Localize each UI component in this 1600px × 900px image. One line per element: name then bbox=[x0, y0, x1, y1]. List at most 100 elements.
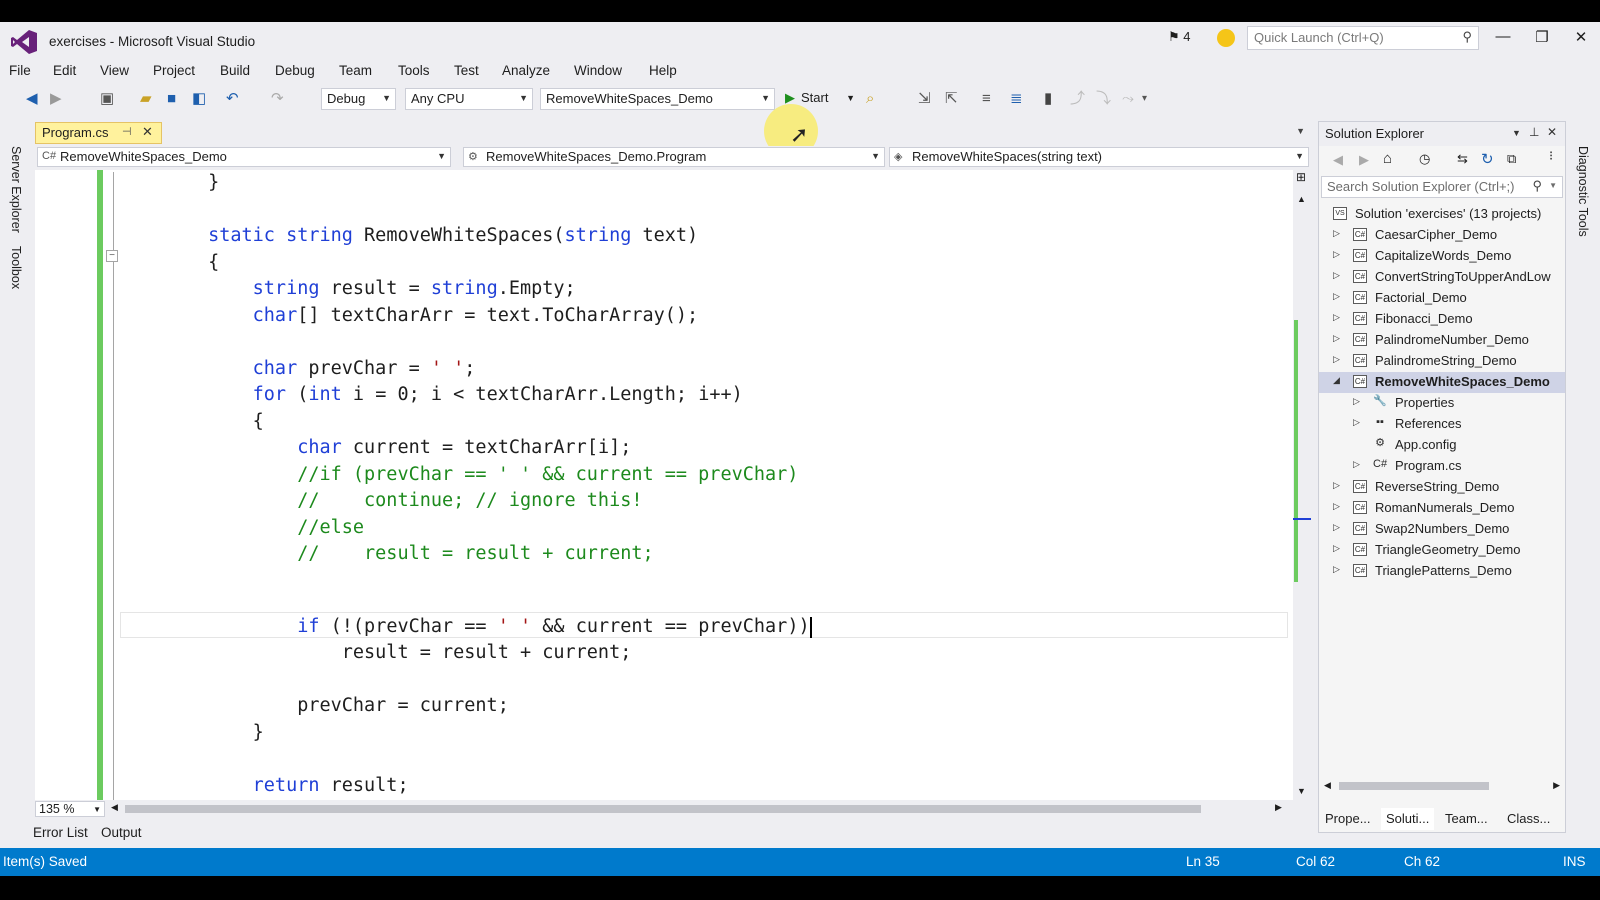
solution-node[interactable]: VS Solution 'exercises' (13 projects) bbox=[1319, 204, 1565, 225]
outdent-icon[interactable]: ≡ bbox=[982, 90, 991, 108]
tree-item[interactable]: ◢ C# RemoveWhiteSpaces_Demo bbox=[1319, 372, 1565, 393]
collapse-all-icon[interactable]: ⧉ bbox=[1507, 151, 1516, 167]
menu-window[interactable]: Window bbox=[574, 63, 622, 78]
menu-help[interactable]: Help bbox=[649, 63, 677, 78]
expand-arrow-icon[interactable]: ▷ bbox=[1333, 228, 1340, 239]
history-icon[interactable]: ◷ bbox=[1419, 151, 1430, 167]
chevron-down-icon[interactable]: ▼ bbox=[1549, 181, 1557, 190]
undo-icon[interactable]: ↶ bbox=[226, 90, 239, 108]
new-project-icon[interactable]: ▣ bbox=[100, 90, 114, 108]
tab-error-list[interactable]: Error List bbox=[33, 825, 88, 840]
server-explorer-tab[interactable]: Server Explorer bbox=[9, 146, 23, 233]
expand-arrow-icon[interactable]: ▷ bbox=[1333, 543, 1340, 554]
expand-arrow-icon[interactable]: ▷ bbox=[1353, 417, 1360, 428]
tree-item[interactable]: ▷ C# TrianglePatterns_Demo bbox=[1319, 561, 1565, 582]
menu-test[interactable]: Test bbox=[454, 63, 479, 78]
platform-select[interactable]: Any CPU ▼ bbox=[405, 88, 533, 110]
tree-item[interactable]: ▷ C# Fibonacci_Demo bbox=[1319, 309, 1565, 330]
chevron-down-icon[interactable]: ▼ bbox=[846, 93, 855, 103]
scroll-down-icon[interactable]: ▼ bbox=[1297, 786, 1306, 796]
editor-vertical-scrollbar[interactable]: ⊞ ▲ ▼ bbox=[1293, 170, 1311, 800]
solution-search-input[interactable]: Search Solution Explorer (Ctrl+;) ⚲ ▼ bbox=[1321, 176, 1563, 198]
back-icon[interactable]: ◀ bbox=[26, 90, 38, 108]
save-icon[interactable]: ■ bbox=[167, 90, 176, 108]
start-debugging-button[interactable]: ▶ Start ▼ bbox=[781, 88, 857, 110]
tree-item[interactable]: ▷ C# Factorial_Demo bbox=[1319, 288, 1565, 309]
expand-arrow-icon[interactable]: ▷ bbox=[1333, 312, 1340, 323]
class-nav-dropdown[interactable]: ⚙ RemoveWhiteSpaces_Demo.Program ▼ bbox=[463, 147, 885, 167]
expand-arrow-icon[interactable]: ▷ bbox=[1333, 249, 1340, 260]
quick-launch-input[interactable]: Quick Launch (Ctrl+Q) ⚲ bbox=[1247, 26, 1479, 50]
menu-project[interactable]: Project bbox=[153, 63, 195, 78]
expand-arrow-icon[interactable]: ▷ bbox=[1333, 270, 1340, 281]
zoom-select[interactable]: 135 % ▼ bbox=[35, 801, 105, 817]
menu-tools[interactable]: Tools bbox=[398, 63, 430, 78]
scroll-left-icon[interactable]: ◀ bbox=[1324, 780, 1331, 791]
clear-bookmarks-icon[interactable]: ⤳ bbox=[1122, 90, 1134, 108]
tab-output[interactable]: Output bbox=[101, 825, 142, 840]
back-icon[interactable]: ◀ bbox=[1333, 152, 1343, 168]
pin-icon[interactable]: ⊥ bbox=[1529, 125, 1539, 139]
tree-item[interactable]: ▷ C# PalindromeNumber_Demo bbox=[1319, 330, 1565, 351]
find-in-files-icon[interactable]: ⌕ bbox=[866, 90, 874, 108]
scroll-left-icon[interactable]: ◀ bbox=[111, 802, 118, 813]
bookmark-icon[interactable]: ▮ bbox=[1044, 90, 1052, 108]
redo-icon[interactable]: ↷ bbox=[271, 90, 284, 108]
overflow-icon[interactable]: ⁝ bbox=[1549, 148, 1553, 164]
expand-arrow-icon[interactable]: ▷ bbox=[1333, 291, 1340, 302]
tree-item[interactable]: ▷ ▪▪ References bbox=[1319, 414, 1565, 435]
home-icon[interactable]: ⌂ bbox=[1383, 150, 1392, 167]
restore-button[interactable]: ❐ bbox=[1527, 28, 1557, 52]
close-window-button[interactable]: ✕ bbox=[1566, 28, 1596, 52]
tree-item[interactable]: ▷ C# ReverseString_Demo bbox=[1319, 477, 1565, 498]
tab-program-cs[interactable]: Program.cs ⊣ ✕ bbox=[35, 122, 162, 144]
menu-view[interactable]: View bbox=[100, 63, 129, 78]
expand-arrow-icon[interactable]: ▷ bbox=[1333, 354, 1340, 365]
split-window-icon[interactable]: ⊞ bbox=[1296, 170, 1306, 184]
pin-icon[interactable]: ⊣ bbox=[122, 125, 132, 138]
code-editor[interactable]: − } static string RemoveWhiteSpaces(stri… bbox=[35, 170, 1293, 800]
tree-item[interactable]: ⚙ App.config bbox=[1319, 435, 1565, 456]
tree-item[interactable]: ▷ C# RomanNumerals_Demo bbox=[1319, 498, 1565, 519]
collapse-region-icon[interactable]: − bbox=[106, 250, 118, 262]
member-nav-dropdown[interactable]: ◈ RemoveWhiteSpaces(string text) ▼ bbox=[889, 147, 1309, 167]
expand-arrow-icon[interactable]: ▷ bbox=[1333, 522, 1340, 533]
close-icon[interactable]: ✕ bbox=[1547, 125, 1557, 139]
sync-icon[interactable]: ⇆ bbox=[1457, 151, 1468, 167]
configuration-select[interactable]: Debug ▼ bbox=[321, 88, 396, 110]
scroll-up-icon[interactable]: ▲ bbox=[1297, 194, 1306, 204]
menu-team[interactable]: Team bbox=[339, 63, 372, 78]
panel-menu-icon[interactable]: ▼ bbox=[1512, 128, 1521, 138]
menu-build[interactable]: Build bbox=[220, 63, 250, 78]
tab-overflow-icon[interactable]: ▼ bbox=[1296, 126, 1305, 136]
menu-file[interactable]: File bbox=[9, 63, 31, 78]
expand-arrow-icon[interactable]: ▷ bbox=[1333, 564, 1340, 575]
prev-bookmark-icon[interactable]: ⤴ bbox=[1070, 90, 1085, 108]
expand-arrow-icon[interactable]: ▷ bbox=[1333, 333, 1340, 344]
scroll-right-icon[interactable]: ▶ bbox=[1553, 780, 1560, 791]
tree-item[interactable]: ▷ C# Program.cs bbox=[1319, 456, 1565, 477]
indent-icon[interactable]: ≣ bbox=[1010, 90, 1023, 108]
close-tab-icon[interactable]: ✕ bbox=[142, 124, 153, 140]
save-all-icon[interactable]: ◧ bbox=[192, 90, 206, 108]
tree-item[interactable]: ▷ C# PalindromeString_Demo bbox=[1319, 351, 1565, 372]
diagnostic-tools-tab[interactable]: Diagnostic Tools bbox=[1576, 146, 1590, 237]
minimize-button[interactable]: — bbox=[1488, 28, 1518, 52]
expand-arrow-icon[interactable]: ▷ bbox=[1353, 396, 1360, 407]
notifications[interactable]: ⚑ 4 bbox=[1168, 29, 1191, 45]
refresh-icon[interactable]: ↻ bbox=[1481, 150, 1494, 168]
open-file-icon[interactable]: ▰ bbox=[140, 90, 152, 108]
forward-icon[interactable]: ▶ bbox=[50, 90, 62, 108]
menu-analyze[interactable]: Analyze bbox=[502, 63, 550, 78]
feedback-smiley-icon[interactable] bbox=[1217, 29, 1235, 47]
tree-item[interactable]: ▷ C# CapitalizeWords_Demo bbox=[1319, 246, 1565, 267]
startup-project-select[interactable]: RemoveWhiteSpaces_Demo ▼ bbox=[540, 88, 775, 110]
next-bookmark-icon[interactable]: ⤵ bbox=[1096, 90, 1111, 108]
toolbox-tab[interactable]: Toolbox bbox=[9, 246, 23, 289]
menu-debug[interactable]: Debug bbox=[275, 63, 315, 78]
tree-item[interactable]: ▷ C# CaesarCipher_Demo bbox=[1319, 225, 1565, 246]
expand-arrow-icon[interactable]: ▷ bbox=[1333, 501, 1340, 512]
tree-item[interactable]: ▷ C# TriangleGeometry_Demo bbox=[1319, 540, 1565, 561]
collapse-arrow-icon[interactable]: ◢ bbox=[1333, 375, 1340, 386]
tree-item[interactable]: ▷ C# ConvertStringToUpperAndLow bbox=[1319, 267, 1565, 288]
